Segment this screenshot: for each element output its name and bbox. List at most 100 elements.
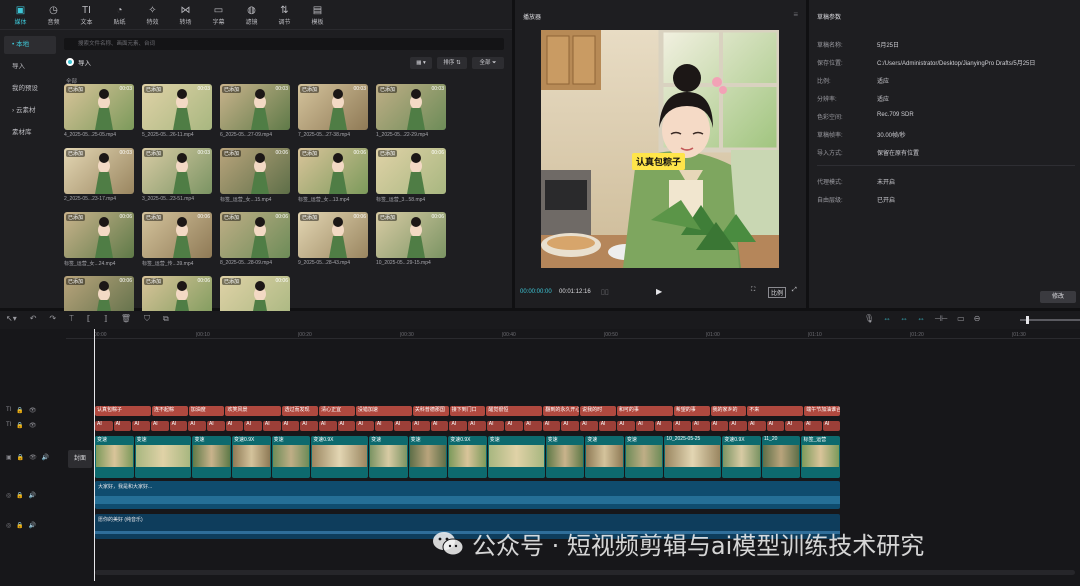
caption-clip[interactable]: AI	[244, 421, 262, 431]
cover-button[interactable]: 封面	[68, 450, 92, 468]
text-clip[interactable]: 翻到的永久开心了	[543, 406, 580, 416]
media-clip[interactable]: 已添加 00:06 10_2025-05...29-15.mp4	[376, 212, 446, 268]
menu-icon[interactable]: ≡	[793, 10, 798, 19]
video-clip[interactable]: 变速	[545, 436, 585, 478]
caption-clip[interactable]: AI	[169, 421, 188, 431]
video-clip[interactable]: 变速0.9X	[311, 436, 369, 478]
text-clip[interactable]: 和可的事	[616, 406, 673, 416]
lock-icon[interactable]: 🔒	[17, 454, 24, 461]
toolbar-tab-transition[interactable]: ⋈ 转场	[169, 0, 202, 30]
text-clip[interactable]: 透过而发现	[282, 406, 319, 416]
media-clip[interactable]: 已添加 00:03 7_2025-05...27-38.mp4	[298, 84, 368, 140]
caption-clip[interactable]: AI	[206, 421, 225, 431]
marker-icon[interactable]: ⛉	[144, 314, 150, 324]
zoom-slider-handle[interactable]	[1026, 316, 1029, 324]
select-tool-icon[interactable]: ↖▾	[6, 314, 17, 324]
video-clip[interactable]: 变速	[271, 436, 311, 478]
media-clip[interactable]: 已添加 00:03 3_2025-05...23-51.mp4	[142, 148, 212, 204]
media-clip[interactable]: 已添加 00:06 标签_运营_3...58.mp4	[376, 148, 446, 204]
play-button[interactable]: ▶	[656, 287, 662, 296]
align-icon[interactable]: ⊣⊢	[934, 314, 948, 323]
caption-clip[interactable]: AI	[617, 421, 636, 431]
fit-screen-icon[interactable]: ⛶	[751, 287, 755, 294]
toolbar-tab-template[interactable]: ▤ 模板	[301, 0, 334, 30]
media-clip[interactable]: 已添加 00:06 标签_运营_女...15.mp4	[220, 148, 290, 204]
caption-clip[interactable]: AI	[785, 421, 803, 431]
caption-clip[interactable]: AI	[766, 421, 785, 431]
media-clip[interactable]: 已添加 00:03 1_2025-05...22-29.mp4	[376, 84, 446, 140]
media-clip[interactable]: 已添加 00:06 9_2025-05...28-43.mp4	[298, 212, 368, 268]
text-clip[interactable]: 醒觉很恒	[486, 406, 543, 416]
mute-icon[interactable]: 🔊	[29, 492, 36, 499]
view-mode-button[interactable]: ▦ ▾	[410, 57, 432, 69]
media-clip[interactable]: 已添加 00:03 5_2025-05...26-11.mp4	[142, 84, 212, 140]
mute-icon[interactable]: 🔊	[42, 454, 49, 461]
text-clip[interactable]: 希望的事	[673, 406, 710, 416]
toolbar-tab-filter[interactable]: ◍ 滤镜	[235, 0, 268, 30]
caption-clip[interactable]: AI	[561, 421, 580, 431]
ratio-button[interactable]: 比例	[768, 287, 787, 298]
toolbar-tab-sticker[interactable]: ◔ 贴纸	[103, 0, 136, 30]
preview-axis-icon[interactable]: ▭	[957, 314, 965, 323]
text-clip[interactable]: 我的家乡的	[710, 406, 747, 416]
sort-button[interactable]: 排序 ⇅	[437, 57, 467, 69]
caption-clip[interactable]: AI	[803, 421, 822, 431]
caption-clip[interactable]: AI	[468, 421, 486, 431]
playhead[interactable]	[94, 329, 95, 581]
media-clip[interactable]: 已添加 00:03 2_2025-05...23-17.mp4	[64, 148, 134, 204]
video-clip[interactable]: 变速0.9X	[722, 436, 761, 478]
lock-icon[interactable]: 🔒	[16, 522, 23, 529]
video-clip[interactable]: 变速	[585, 436, 624, 478]
zoom-out-icon[interactable]: ⊖	[974, 314, 981, 323]
caption-clip[interactable]: AI	[747, 421, 766, 431]
split-left-icon[interactable]: ⟦	[87, 314, 91, 324]
media-clip[interactable]: 已添加 00:03 6_2025-05...27-09.mp4	[220, 84, 290, 140]
caption-clip[interactable]: AI	[729, 421, 747, 431]
media-clip[interactable]: 已添加 00:06 标签_运营_女...24.mp4	[64, 212, 134, 268]
video-clip[interactable]: 变速0.9X	[448, 436, 487, 478]
eye-icon[interactable]: 👁	[29, 407, 37, 414]
text-clip[interactable]: 端午节加油谁合一	[804, 406, 840, 416]
text-clip[interactable]: 说我的时	[580, 406, 616, 416]
text-clip[interactable]: 清心正宜	[319, 406, 355, 416]
split-right-icon[interactable]: ⟧	[104, 314, 108, 324]
video-preview[interactable]: 认真包粽子	[541, 30, 779, 268]
delete-icon[interactable]: 🗑	[121, 314, 131, 324]
caption-clip[interactable]: AI	[188, 421, 206, 431]
sidebar-item-library[interactable]: 素材库	[4, 124, 56, 142]
audio-clip-voice[interactable]: 大家好，我是和大家好...	[95, 481, 840, 509]
caption-clip[interactable]: AI	[654, 421, 673, 431]
snap-icon[interactable]: ⇔	[917, 314, 925, 323]
video-clip[interactable]: 标签_运营	[801, 436, 841, 478]
text-clip[interactable]: 欢笑风景	[225, 406, 282, 416]
split-icon[interactable]: ⟙	[69, 314, 74, 324]
redo-icon[interactable]: ↷	[49, 314, 56, 324]
text-clip[interactable]: 接下到门口	[449, 406, 486, 416]
text-clip[interactable]: 加油度	[188, 406, 225, 416]
caption-clip[interactable]: AI	[524, 421, 542, 431]
video-clip[interactable]: 变速	[369, 436, 408, 478]
media-clip[interactable]: 已添加 00:06 8_2025-05...28-09.mp4	[220, 212, 290, 268]
video-clip[interactable]: 10_2025-05-25	[664, 436, 722, 478]
zoom-slider[interactable]	[1020, 316, 1080, 324]
text-clip[interactable]: 不来	[747, 406, 804, 416]
text-clip[interactable]: 连不起粽	[151, 406, 188, 416]
video-clip[interactable]: 变速	[192, 436, 232, 478]
caption-clip[interactable]: AI	[598, 421, 617, 431]
caption-clip[interactable]: AI	[673, 421, 691, 431]
import-button[interactable]: 导入	[66, 57, 91, 67]
video-clip[interactable]: 11_20	[761, 436, 801, 478]
eye-icon[interactable]: 👁	[29, 454, 37, 461]
caption-clip[interactable]: AI	[430, 421, 449, 431]
caption-clip[interactable]: AI	[300, 421, 318, 431]
time-ruler[interactable]: 00:00 |00:10 |00:20 |00:30 |00:40 |00:50 |01:0…	[66, 329, 1080, 339]
caption-clip[interactable]: AI	[132, 421, 150, 431]
sidebar-item-local[interactable]: • 本地	[4, 36, 56, 54]
toolbar-tab-effects[interactable]: ✧ 特效	[136, 0, 169, 30]
caption-clip[interactable]: AI	[225, 421, 244, 431]
sidebar-item-presets[interactable]: 我的预设	[4, 80, 56, 98]
caption-clip[interactable]: AI	[412, 421, 430, 431]
link-audio-icon[interactable]: ⇔	[900, 314, 908, 323]
modify-button[interactable]: 修改	[1040, 291, 1076, 303]
crop-icon[interactable]: ⧉	[163, 314, 169, 324]
